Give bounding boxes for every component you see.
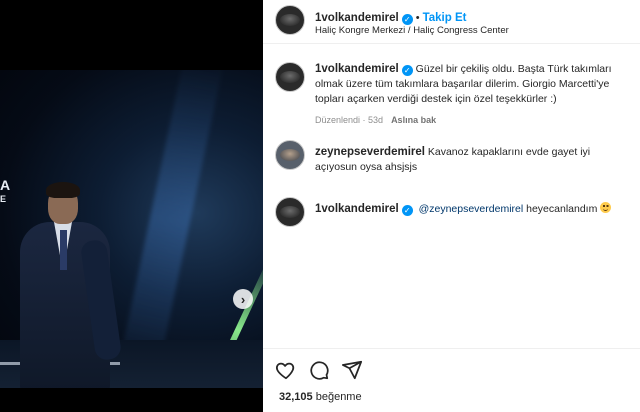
comment-avatar[interactable] xyxy=(275,197,305,227)
post-media-area: A E › xyxy=(0,0,263,412)
edited-label: Düzenlendi xyxy=(315,115,361,125)
stage-backdrop-subtext: E xyxy=(0,194,7,204)
author-line: 1volkandemirel ✓ • Takip Et xyxy=(315,8,466,26)
follow-button[interactable]: Takip Et xyxy=(423,12,467,24)
comment-username[interactable]: 1volkandemirel xyxy=(315,63,399,75)
presenter-hair xyxy=(46,182,80,198)
comment-text-line: Güzel bir çekiliş oldu. Başta Türk takım… xyxy=(415,63,612,75)
likes-count[interactable]: 32,105 beğenme xyxy=(279,391,362,403)
comment-reply: zeynepseverdemirel Kavanoz kapaklarını e… xyxy=(315,145,635,175)
post-photo[interactable]: A E › xyxy=(0,70,263,388)
comment-text-line: olmak üzere tüm takımlara başarılar dile… xyxy=(315,78,610,90)
presenter-tie xyxy=(60,230,67,270)
comment-text: heyecanlandım xyxy=(526,203,598,215)
likes-number: 32,105 xyxy=(279,391,313,403)
chevron-right-icon: › xyxy=(240,291,246,307)
comment-age: 53d xyxy=(368,115,384,125)
comment-avatar[interactable] xyxy=(275,140,305,170)
comment-text-line: topları açarken verdiği destek için özel… xyxy=(315,93,557,105)
comment-avatar[interactable] xyxy=(275,62,305,92)
likes-label: beğenme xyxy=(315,391,362,403)
post-header: 1volkandemirel ✓ • Takip Et Haliç Kongre Me… xyxy=(263,0,640,44)
separator-dot: • xyxy=(415,12,420,24)
comment-meta: Düzenlendi · 53d Aslına bak xyxy=(315,115,437,125)
post-sidebar: 1volkandemirel ✓ • Takip Et Haliç Kongre Me… xyxy=(263,0,640,412)
smile-emoji-icon xyxy=(600,202,612,213)
author-avatar[interactable] xyxy=(275,5,305,35)
verified-badge-icon: ✓ xyxy=(401,65,413,76)
verified-badge-icon: ✓ xyxy=(401,14,413,25)
comment-mention[interactable]: @zeynepseverdemirel xyxy=(419,203,524,215)
send-icon[interactable] xyxy=(341,359,363,381)
heart-icon[interactable] xyxy=(275,359,297,381)
comment-text-line: açıyosun oysa ahsjsjs xyxy=(315,161,418,173)
comment-text-line: Kavanoz kapaklarını evde gayet iyi xyxy=(427,146,591,158)
post-actions-bar: 32,105 beğenme xyxy=(263,348,640,412)
comment-reply: 1volkandemirel ✓ @zeynepseverdemirel heye… xyxy=(315,202,635,217)
author-username[interactable]: 1volkandemirel xyxy=(315,12,399,24)
post-location[interactable]: Haliç Kongre Merkezi / Haliç Congress Ce… xyxy=(315,25,509,36)
comment-icon[interactable] xyxy=(308,359,330,381)
verified-badge-icon: ✓ xyxy=(401,205,413,216)
translate-button[interactable]: Aslına bak xyxy=(391,115,436,125)
comment-caption: 1volkandemirel ✓ Güzel bir çekiliş oldu. … xyxy=(315,62,635,128)
carousel-next-button[interactable]: › xyxy=(233,289,253,309)
comment-username[interactable]: zeynepseverdemirel xyxy=(315,146,425,158)
stage-backdrop-text: A xyxy=(0,177,11,193)
comment-username[interactable]: 1volkandemirel xyxy=(315,203,399,215)
